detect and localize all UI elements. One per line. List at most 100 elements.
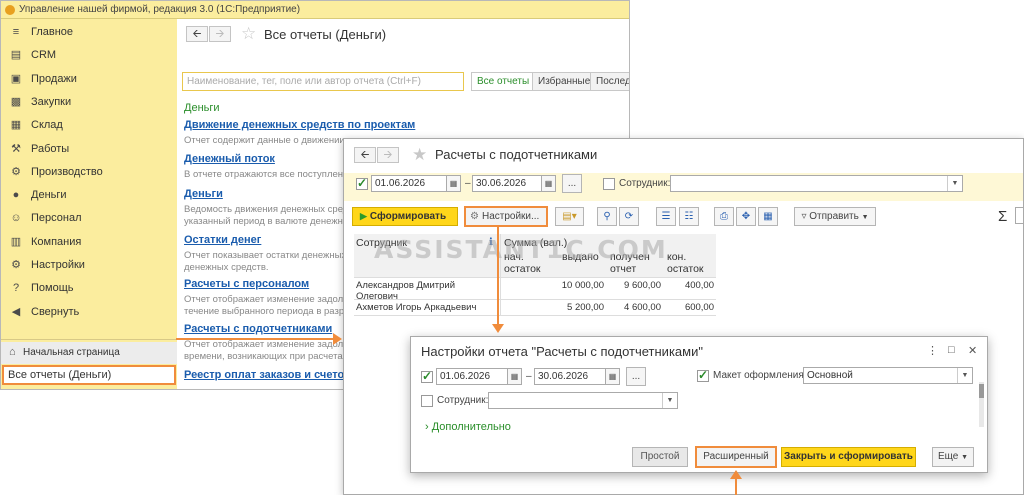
sidebar-item[interactable]: ⚙ Производство — [1, 162, 177, 184]
preview-button[interactable]: ▦ — [758, 207, 778, 226]
sidebar: ≡ Главное ▤ CRM ▣ Продажи ▩ Закупки ▦ Склад ⚒ Работ… — [1, 19, 177, 389]
settings-label: Настройки... — [481, 211, 540, 222]
sidebar-item[interactable]: ▤ CRM — [1, 45, 177, 67]
employee-select[interactable]: ▼ — [670, 175, 963, 192]
print-button[interactable]: ⎙ — [714, 207, 734, 226]
send-button[interactable]: ▿ Отправить ▼ — [794, 207, 876, 226]
sum-icon[interactable]: Σ — [998, 208, 1007, 225]
sidebar-item-label: Закупки — [31, 95, 72, 108]
calendar-icon[interactable]: ▦ — [508, 368, 522, 385]
calendar-icon[interactable]: ▦ — [542, 175, 556, 192]
scrollbar-thumb[interactable] — [979, 384, 984, 398]
sidebar-home[interactable]: ⌂ Начальная страница — [1, 342, 177, 364]
forward-button[interactable]: 🡪 — [377, 147, 399, 163]
forward-arrow-icon: 🡪 — [383, 149, 393, 161]
sidebar-item[interactable]: ▦ Склад — [1, 115, 177, 137]
close-and-generate-button[interactable]: Закрыть и сформировать — [781, 447, 916, 467]
date-from-field[interactable]: 01.06.2026 — [371, 175, 447, 192]
annotation-arrow-line — [497, 226, 499, 326]
more-menu-icon[interactable]: ⋮ — [927, 344, 938, 357]
calendar-icon[interactable]: ▦ — [606, 368, 620, 385]
tab-favorites[interactable]: Избранные — [532, 72, 597, 91]
search-button[interactable]: ⚲ — [597, 207, 617, 226]
report-link[interactable]: Деньги — [184, 188, 223, 200]
report-description: течение выбранного периода в разре — [184, 306, 350, 317]
period-checkbox[interactable] — [421, 369, 433, 383]
report-link[interactable]: Денежный поток — [184, 153, 275, 165]
row-divider — [354, 277, 716, 278]
sidebar-item[interactable]: ▥ Компания — [1, 232, 177, 254]
sidebar-item[interactable]: ◀ Свернуть — [1, 302, 177, 324]
report-description: Отчет показывает остатки денежных с — [184, 250, 354, 261]
layout-checkbox[interactable] — [697, 368, 709, 382]
employee-checkbox[interactable] — [421, 395, 433, 407]
row-divider — [354, 315, 716, 316]
move-button[interactable]: ✥ — [736, 207, 756, 226]
production-icon: ⚙ — [11, 165, 21, 178]
settings-button[interactable]: ⚙ Настройки... — [464, 206, 548, 227]
calendar-icon[interactable]: ▦ — [447, 175, 461, 192]
more-settings-link[interactable]: › Дополнительно — [425, 421, 511, 433]
tab-all-reports[interactable]: Все отчеты — [471, 72, 536, 91]
row-end: 600,00 — [684, 302, 714, 313]
sort-button[interactable]: ☰ — [656, 207, 676, 226]
period-checkbox[interactable] — [356, 176, 368, 190]
advanced-mode-button[interactable]: Расширенный — [695, 446, 777, 468]
sidebar-item[interactable]: ⚙ Настройки — [1, 255, 177, 277]
report-link[interactable]: Реестр оплат заказов и счетов — [184, 369, 351, 381]
sidebar-item[interactable]: ? Помощь — [1, 278, 177, 300]
sidebar-item[interactable]: ▣ Продажи — [1, 69, 177, 91]
sidebar-item-label: Настройки — [31, 259, 85, 271]
category-heading: Деньги — [184, 102, 220, 114]
simple-mode-button[interactable]: Простой — [632, 447, 688, 467]
favorite-star-icon[interactable]: ☆ — [241, 25, 256, 42]
date-from-field[interactable]: 01.06.2026 — [436, 368, 508, 385]
report-link[interactable]: Остатки денег — [184, 234, 261, 246]
employee-label: Сотрудник: — [619, 178, 671, 189]
generate-button[interactable]: ▶ Сформировать — [352, 207, 458, 226]
search-input[interactable]: Наименование, тег, поле или автор отчета… — [182, 72, 464, 91]
close-icon[interactable]: ✕ — [968, 344, 977, 357]
sidebar-item-label: Главное — [31, 26, 74, 38]
sidebar-divider — [1, 339, 177, 340]
employee-label: Сотрудник: — [437, 395, 489, 406]
chevron-down-icon: ▼ — [662, 393, 677, 408]
maximize-icon[interactable]: □ — [948, 344, 955, 356]
back-arrow-icon: 🡨 — [192, 28, 202, 40]
search-next-button[interactable]: ⟳ — [619, 207, 639, 226]
dialog-title: Настройки отчета "Расчеты с подотчетника… — [421, 344, 703, 359]
report-description: Ведомость движения денежных средс — [184, 204, 354, 215]
sidebar-item[interactable]: ▩ Закупки — [1, 92, 177, 114]
sidebar-open-page[interactable]: Все отчеты (Деньги) — [2, 365, 176, 385]
move-icon: ✥ — [741, 211, 751, 222]
annotation-arrow-line — [735, 477, 737, 495]
list-tree-icon: ☷ — [684, 211, 694, 222]
more-label: Дополнительно — [431, 421, 511, 433]
help-icon: ? — [12, 282, 20, 295]
report-link[interactable]: Расчеты с подотчетниками — [184, 323, 332, 335]
report-link[interactable]: Движение денежных средств по проектам — [184, 119, 415, 131]
group-button[interactable]: ☷ — [679, 207, 699, 226]
date-to-field[interactable]: 30.06.2026 — [534, 368, 606, 385]
sidebar-item[interactable]: ● Деньги — [1, 185, 177, 207]
chevron-down-icon: ▼ — [961, 454, 969, 461]
sidebar-item[interactable]: ☺ Персонал — [1, 208, 177, 230]
crm-icon: ▤ — [10, 49, 22, 62]
date-to-field[interactable]: 30.06.2026 — [472, 175, 542, 192]
sidebar-item[interactable]: ≡ Главное — [1, 22, 177, 44]
more-actions-button[interactable]: Еще ▼ — [932, 447, 974, 467]
period-select-button[interactable]: ... — [562, 174, 582, 193]
back-button[interactable]: 🡨 — [186, 26, 208, 42]
period-select-button[interactable]: ... — [626, 367, 646, 386]
back-button[interactable]: 🡨 — [354, 147, 376, 163]
favorite-star-icon[interactable]: ★ — [412, 146, 427, 163]
layout-select[interactable]: Основной ▼ — [803, 367, 973, 384]
sidebar-item[interactable]: ⚒ Работы — [1, 139, 177, 161]
report-link[interactable]: Расчеты с персоналом — [184, 278, 309, 290]
scrollbar[interactable] — [979, 382, 984, 427]
employee-select[interactable]: ▼ — [488, 392, 678, 409]
variants-dropdown[interactable]: ▤▾ — [555, 207, 584, 226]
employee-checkbox[interactable] — [603, 178, 615, 190]
forward-button[interactable]: 🡪 — [209, 26, 231, 42]
tab-recent[interactable]: Послед — [590, 72, 629, 91]
